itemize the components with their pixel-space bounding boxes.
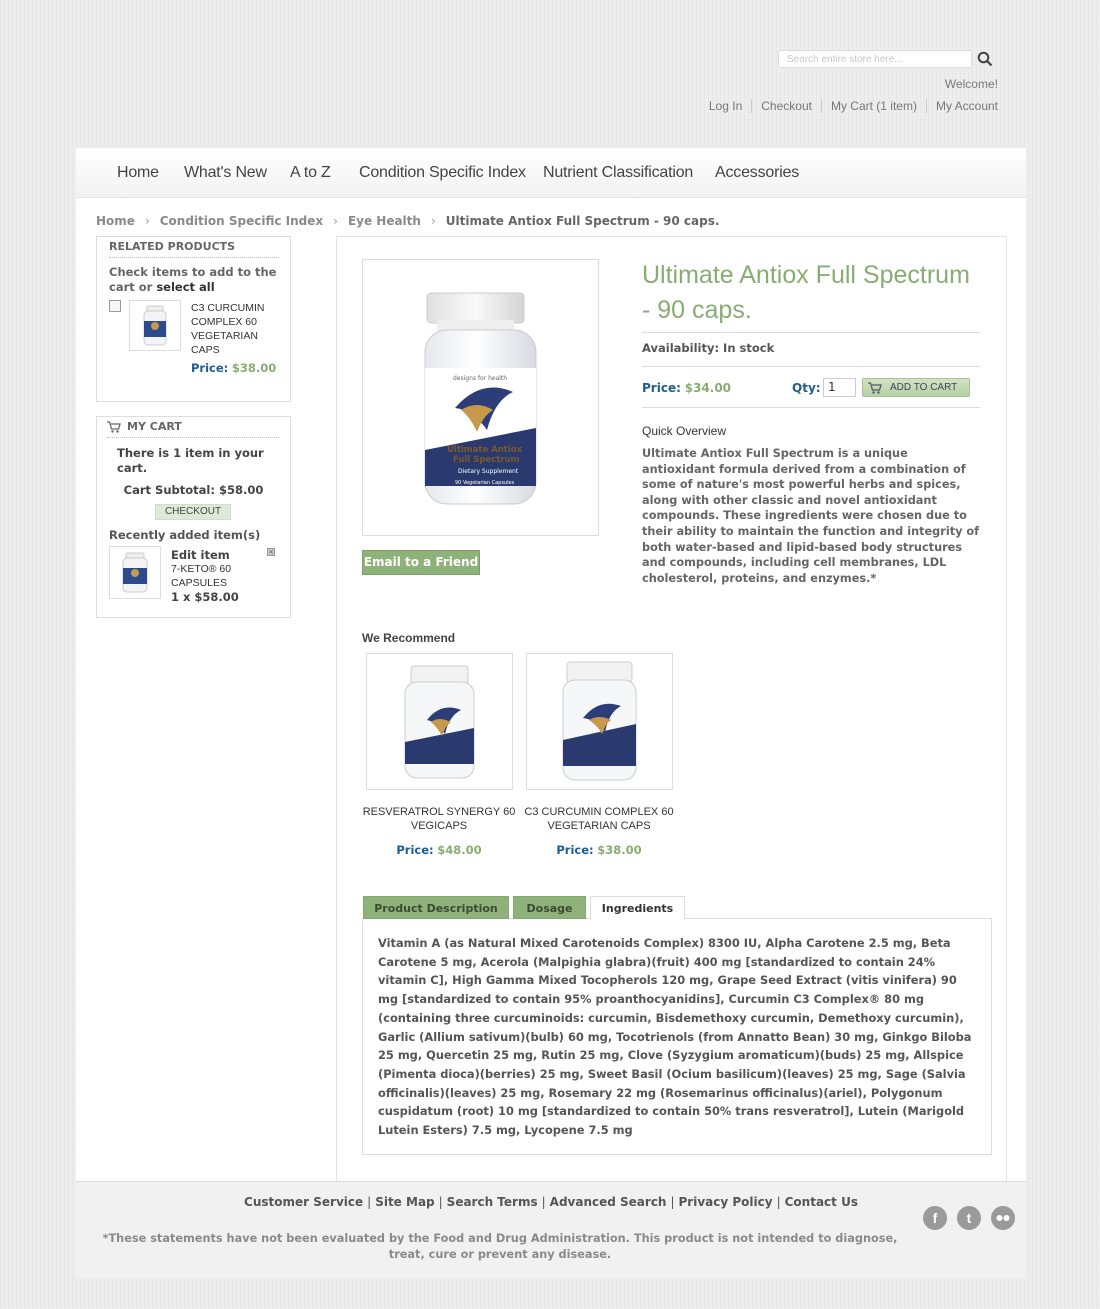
facebook-icon[interactable]: f xyxy=(923,1206,947,1230)
svg-text:90 Vegetarian Capsules: 90 Vegetarian Capsules xyxy=(455,480,515,486)
related-instructions: Check items to add to the cart or select… xyxy=(109,265,277,294)
ingredients-text: Vitamin A (as Natural Mixed Carotenoids … xyxy=(378,936,972,1138)
flickr-dots xyxy=(996,1215,1010,1221)
recommend-item-price: Price: $48.00 xyxy=(396,843,482,857)
breadcrumb-home[interactable]: Home xyxy=(96,214,135,228)
bottle-image xyxy=(562,661,637,781)
divider xyxy=(642,332,980,333)
nav-accessories[interactable]: Accessories xyxy=(715,164,799,182)
recommend-item-image[interactable] xyxy=(526,653,673,790)
related-products-title: RELATED PRODUCTS xyxy=(109,240,279,258)
recommend-item-price: Price: $38.00 xyxy=(556,843,642,857)
recommend-item-image[interactable] xyxy=(366,653,513,790)
footer-link-advanced-search[interactable]: Advanced Search xyxy=(550,1195,667,1209)
chevron-right-icon: › xyxy=(333,214,338,228)
checkout-link[interactable]: Checkout xyxy=(751,99,821,113)
cart-subtotal: Cart Subtotal: $58.00 xyxy=(123,483,264,497)
account-links: Log In Checkout My Cart (1 item) My Acco… xyxy=(700,99,998,113)
footer-link-customer-service[interactable]: Customer Service xyxy=(244,1195,363,1209)
related-item-thumbnail[interactable] xyxy=(129,300,181,351)
footer-link-privacy-policy[interactable]: Privacy Policy xyxy=(679,1195,773,1209)
checkout-button[interactable]: CHECKOUT xyxy=(155,504,231,520)
remove-item-icon[interactable]: × xyxy=(267,548,275,556)
related-item-price: Price: $38.00 xyxy=(191,361,277,375)
cart-item-qty-price: 1 x $58.00 xyxy=(171,590,239,604)
footer-link-contact-us[interactable]: Contact Us xyxy=(785,1195,858,1209)
my-cart-title: MY CART xyxy=(107,420,279,438)
cart-icon xyxy=(107,420,121,433)
product-price: Price: $34.00 xyxy=(642,381,732,395)
search-icon[interactable] xyxy=(977,51,993,67)
product-image[interactable]: designs for health Ultimate Antiox Full … xyxy=(362,259,599,536)
divider xyxy=(642,407,980,408)
nav-a-to-z[interactable]: A to Z xyxy=(290,164,331,182)
breadcrumb-eye-health[interactable]: Eye Health xyxy=(348,214,421,228)
twitter-icon[interactable]: t xyxy=(957,1206,981,1230)
my-account-link[interactable]: My Account xyxy=(925,99,998,113)
quick-overview-title: Quick Overview xyxy=(642,424,727,438)
breadcrumb-condition-index[interactable]: Condition Specific Index xyxy=(160,214,323,228)
welcome-message: Welcome! xyxy=(944,77,998,91)
cart-summary: There is 1 item in your cart. xyxy=(117,446,264,475)
select-all-link[interactable]: select all xyxy=(156,280,214,294)
tab-dosage[interactable]: Dosage xyxy=(513,896,586,919)
breadcrumb: Home › Condition Specific Index › Eye He… xyxy=(96,214,719,228)
email-friend-button[interactable]: Email to a Friend xyxy=(362,550,480,575)
bottle-image xyxy=(143,305,167,346)
divider xyxy=(642,366,980,367)
qty-label: Qty: xyxy=(792,381,821,395)
nav-whats-new[interactable]: What's New xyxy=(184,164,267,182)
we-recommend-title: We Recommend xyxy=(362,631,456,645)
product-title: Ultimate Antiox Full Spectrum - 90 caps. xyxy=(642,261,970,324)
nav-nutrient-classification[interactable]: Nutrient Classification xyxy=(543,164,693,182)
availability-status: Availability: In stock xyxy=(642,341,775,355)
footer-links: Customer Service | Site Map | Search Terms | A… xyxy=(244,1195,858,1209)
quick-overview-text: Ultimate Antiox Full Spectrum is a uniqu… xyxy=(642,447,980,585)
related-item-checkbox[interactable] xyxy=(109,300,121,312)
edit-item-link[interactable]: Edit item xyxy=(171,548,230,562)
cart-item-name[interactable]: 7-KETO® 60 CAPSULES xyxy=(171,562,271,590)
chevron-right-icon: › xyxy=(430,214,436,228)
footer-link-search-terms[interactable]: Search Terms xyxy=(447,1195,538,1209)
related-item-name[interactable]: C3 CURCUMIN COMPLEX 60 VEGETARIAN CAPS xyxy=(191,301,281,357)
flickr-icon[interactable] xyxy=(991,1206,1015,1230)
nav-home[interactable]: Home xyxy=(117,164,159,182)
svg-text:Dietary Supplement: Dietary Supplement xyxy=(458,468,519,475)
svg-text:Full Spectrum: Full Spectrum xyxy=(453,455,520,465)
qty-input[interactable]: 1 xyxy=(823,378,856,397)
add-to-cart-button[interactable]: ADD TO CART xyxy=(862,378,970,397)
nav-condition-index[interactable]: Condition Specific Index xyxy=(359,164,526,182)
bottle-image xyxy=(122,552,148,593)
my-cart-link[interactable]: My Cart (1 item) xyxy=(820,99,926,113)
cart-icon xyxy=(868,381,882,394)
svg-text:designs for health: designs for health xyxy=(453,375,507,382)
recently-added-label: Recently added item(s) xyxy=(109,528,261,542)
svg-text:Ultimate Antiox: Ultimate Antiox xyxy=(447,445,523,455)
search-input[interactable]: Search entire store here... xyxy=(778,50,972,68)
footer-link-site-map[interactable]: Site Map xyxy=(375,1195,434,1209)
recommend-item-name[interactable]: RESVERATROL SYNERGY 60 VEGICAPS xyxy=(359,805,519,833)
bottle-image: designs for health Ultimate Antiox Full … xyxy=(424,292,537,505)
tab-ingredients[interactable]: Ingredients xyxy=(590,896,685,920)
bottle-image xyxy=(404,665,475,779)
tab-product-description[interactable]: Product Description xyxy=(363,896,509,919)
recommend-item-name[interactable]: C3 CURCUMIN COMPLEX 60 VEGETARIAN CAPS xyxy=(519,805,679,833)
breadcrumb-current: Ultimate Antiox Full Spectrum - 90 caps. xyxy=(445,214,720,228)
login-link[interactable]: Log In xyxy=(700,99,751,113)
chevron-right-icon: › xyxy=(144,214,150,228)
cart-item-thumbnail[interactable] xyxy=(109,546,161,599)
fda-disclaimer: *These statements have not been evaluate… xyxy=(102,1232,898,1261)
